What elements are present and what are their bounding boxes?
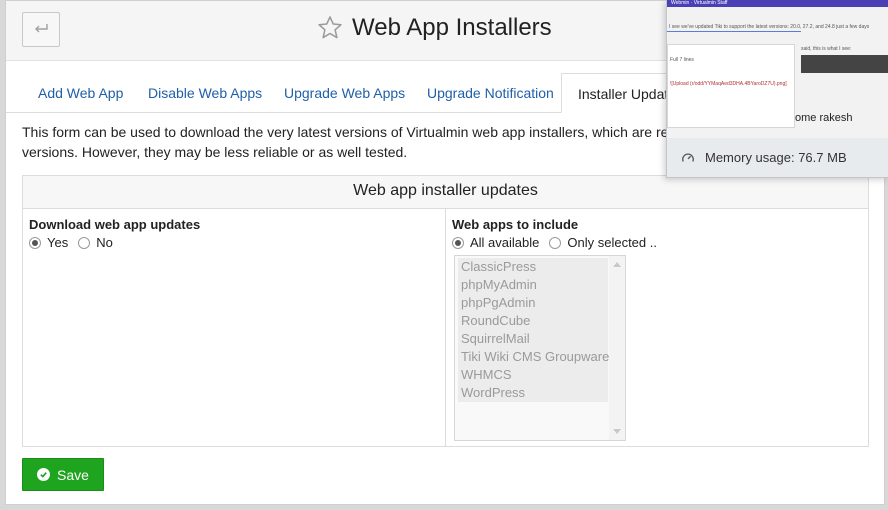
download-no-radio[interactable] — [78, 236, 91, 249]
download-column: Download web app updates Yes No — [23, 209, 446, 447]
all-available-label[interactable]: All available — [470, 235, 539, 250]
tab-disable-web-apps[interactable]: Disable Web Apps — [132, 73, 278, 113]
thumb-dark-bar — [801, 55, 888, 73]
include-label: Web apps to include — [452, 217, 579, 232]
include-radio-group: All available Only selected .. — [452, 235, 667, 250]
list-item[interactable]: ClassicPress — [458, 258, 608, 276]
only-selected-label[interactable]: Only selected .. — [567, 235, 657, 250]
tab-add-web-app[interactable]: Add Web App — [22, 73, 139, 113]
thumb-title-text: Webmin · Virtualmin Staff — [671, 0, 728, 6]
thumb-title-bar: Webmin · Virtualmin Staff — [667, 0, 888, 7]
list-scrollbar[interactable] — [609, 256, 625, 440]
star-icon[interactable] — [316, 14, 344, 42]
memory-usage-row: Memory usage: 76.7 MB — [681, 150, 847, 165]
list-item[interactable]: SquirrelMail — [458, 330, 608, 348]
memory-usage-label: Memory usage: 76.7 MB — [705, 150, 847, 165]
thumb-peek-text: ome rakesh — [795, 112, 853, 124]
return-arrow-icon — [33, 19, 49, 40]
download-yes-label[interactable]: Yes — [47, 235, 68, 250]
back-button[interactable] — [22, 12, 60, 47]
tab-upgrade-notification[interactable]: Upgrade Notification — [411, 73, 570, 113]
scroll-up-icon[interactable] — [613, 262, 621, 267]
title-wrap: Web App Installers — [316, 14, 552, 42]
list-item[interactable]: Tiki Wiki CMS Groupware — [458, 348, 609, 366]
include-column: Web apps to include All available Only s… — [446, 209, 869, 447]
thumb-document: Full 7 lines ![Upload (r/odd/YYMaqAed3DH… — [667, 44, 795, 128]
apps-select-list[interactable]: ClassicPress phpMyAdmin phpPgAdmin Round… — [454, 255, 626, 441]
preview-thumbnail[interactable]: Webmin · Virtualmin Staff I see we've up… — [667, 0, 888, 138]
apps-list-items: ClassicPress phpMyAdmin phpPgAdmin Round… — [458, 258, 609, 402]
thumb-link-text: ![Upload (r/odd/YYMaqAed3DHA.4BYaroDZ7U)… — [670, 81, 787, 87]
thumb-text-line: I see we've updated Tiki to support the … — [669, 24, 869, 30]
thumb-reply-text: Full 7 lines — [670, 57, 694, 63]
scroll-down-icon[interactable] — [613, 429, 621, 434]
list-item[interactable]: phpMyAdmin — [458, 276, 608, 294]
all-available-radio[interactable] — [452, 236, 464, 249]
only-selected-radio[interactable] — [549, 236, 562, 249]
thumb-side-text: said, this is what I see: — [801, 46, 852, 52]
page-title: Web App Installers — [352, 14, 552, 41]
download-no-label[interactable]: No — [96, 235, 113, 250]
save-label: Save — [57, 466, 89, 483]
gauge-icon — [682, 153, 694, 162]
list-item[interactable]: phpPgAdmin — [458, 294, 608, 312]
list-item[interactable]: WordPress — [458, 384, 608, 402]
list-item[interactable]: WHMCS — [458, 366, 608, 384]
download-yes-radio[interactable] — [29, 236, 41, 249]
updates-form-box: Web app installer updates Download web a… — [22, 175, 869, 447]
memory-popup: Webmin · Virtualmin Staff I see we've up… — [666, 0, 888, 178]
tab-upgrade-web-apps[interactable]: Upgrade Web Apps — [268, 73, 421, 113]
check-circle-icon — [37, 468, 51, 481]
download-label: Download web app updates — [29, 217, 201, 232]
form-heading: Web app installer updates — [23, 176, 868, 209]
save-button[interactable]: Save — [22, 458, 104, 491]
thumb-divider — [667, 31, 801, 32]
list-item[interactable]: RoundCube — [458, 312, 608, 330]
download-radio-group: Yes No — [29, 235, 123, 250]
